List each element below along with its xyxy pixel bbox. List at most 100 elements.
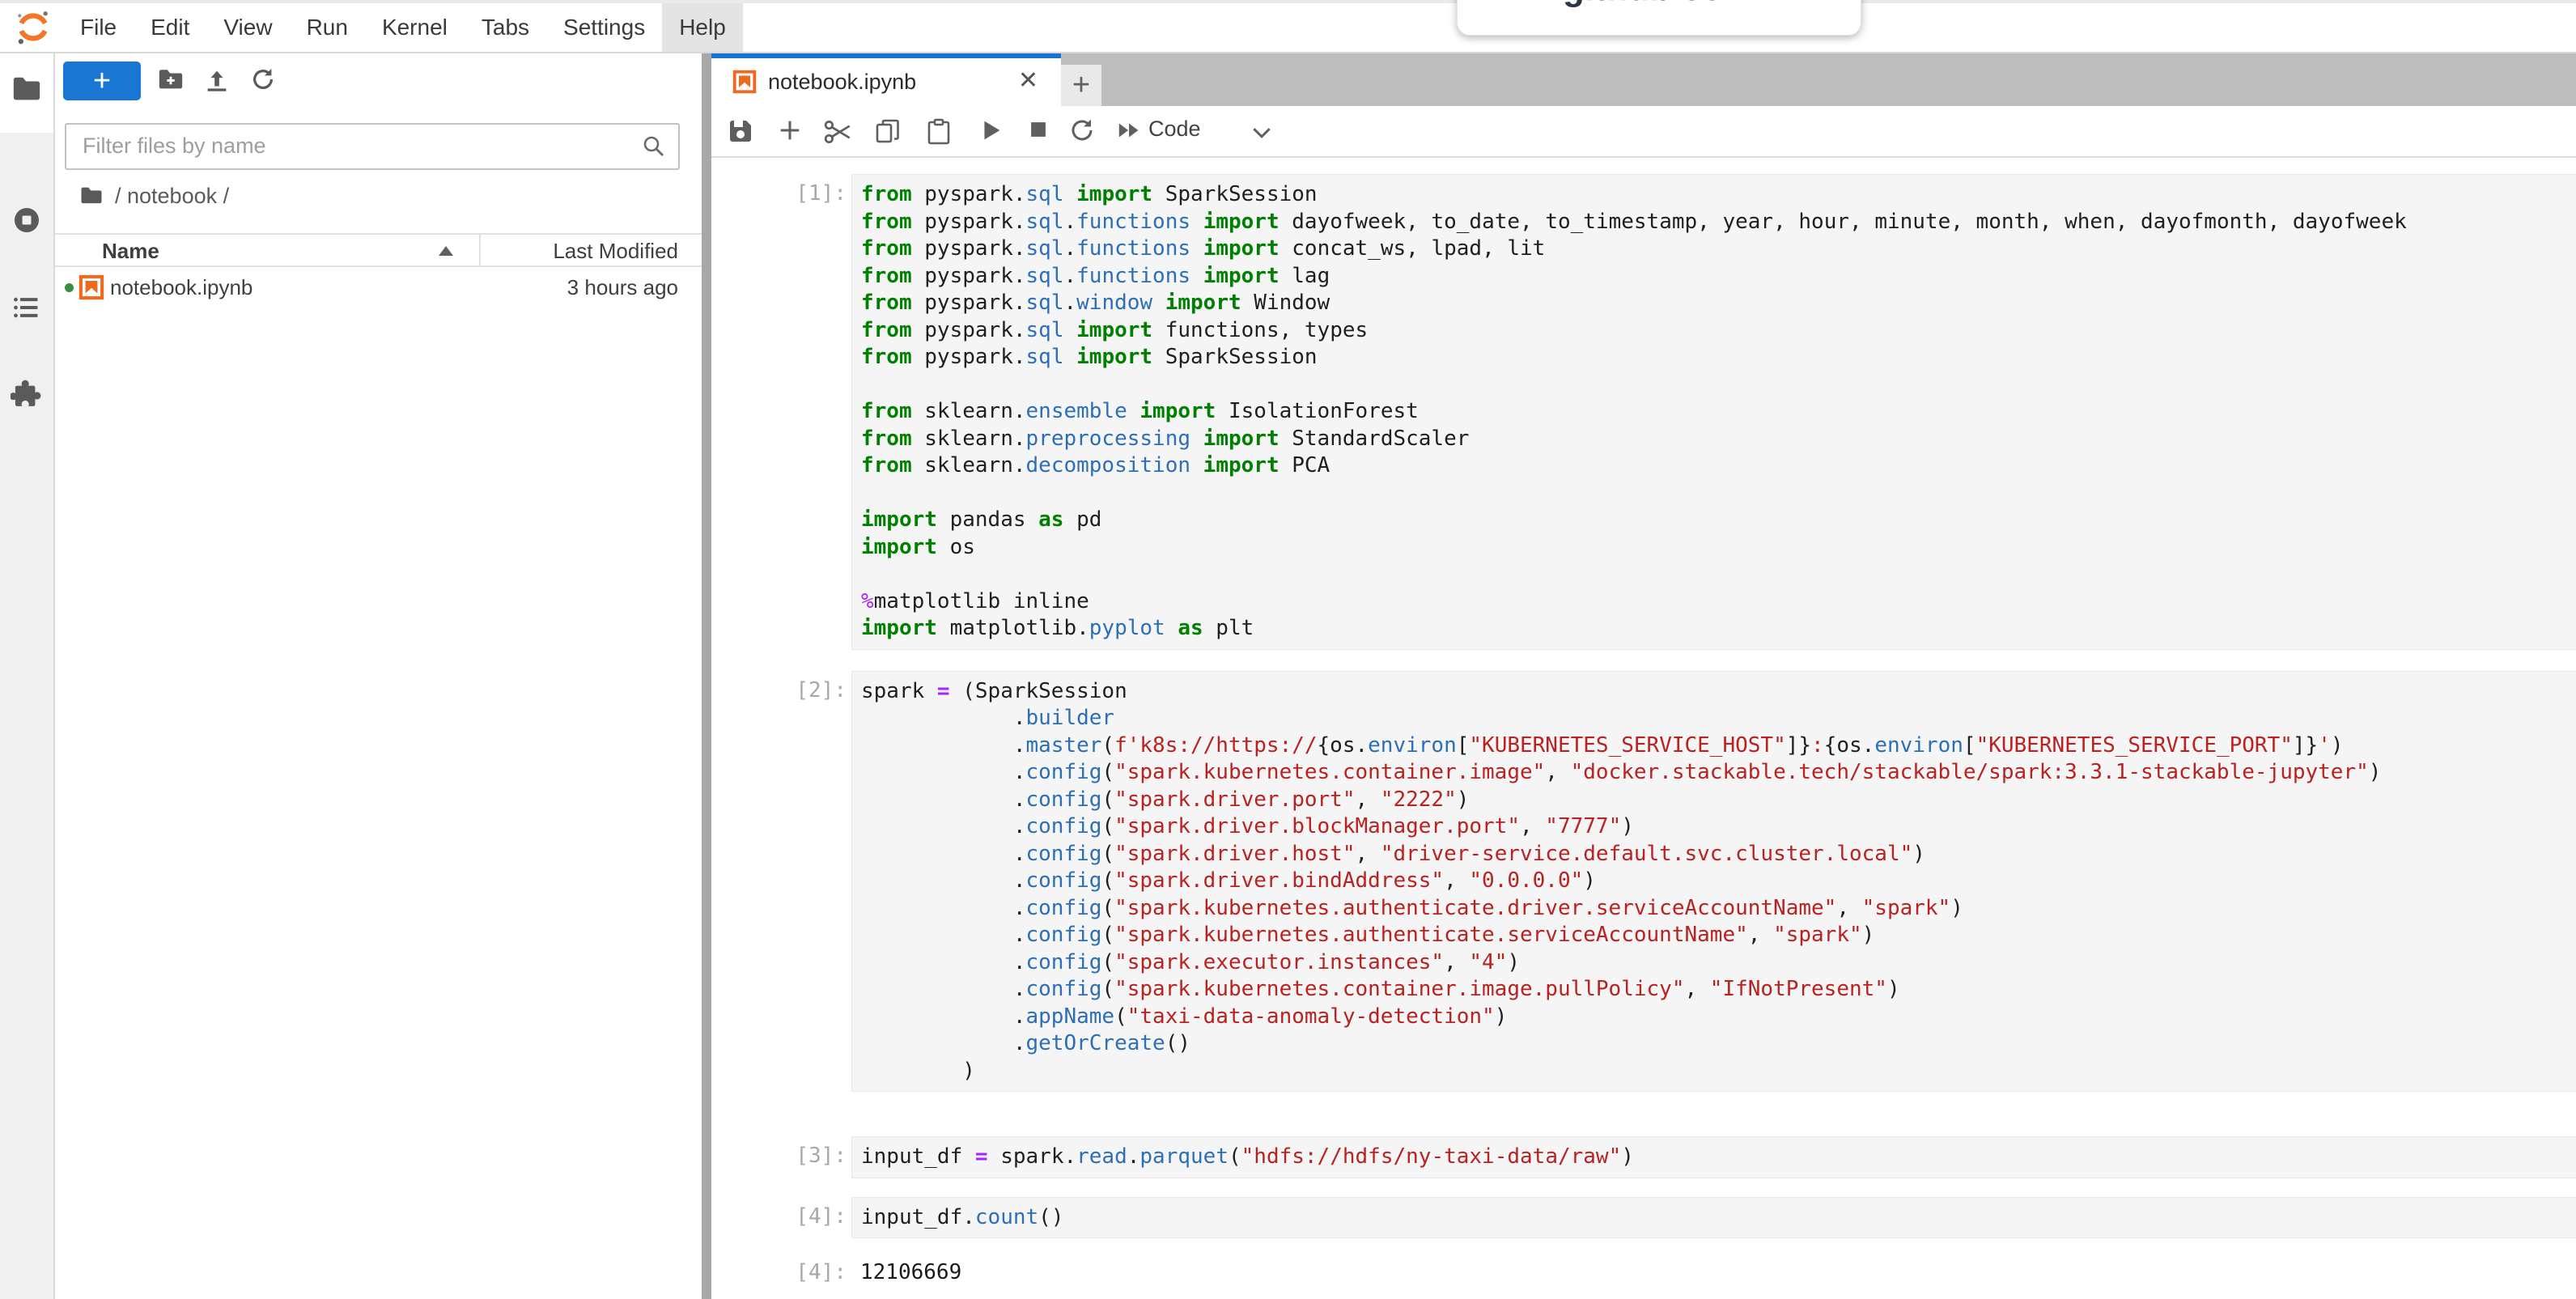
menu-kernel[interactable]: Kernel <box>365 3 465 52</box>
code-line: from pyspark.sql.functions import lag <box>861 263 2576 291</box>
code-line: from pyspark.sql.functions import concat… <box>861 236 2576 263</box>
notebook-content: [1]:from pyspark.sql import SparkSession… <box>711 158 2576 1299</box>
breadcrumb-path: / notebook / <box>115 184 229 209</box>
code-line: .config("spark.driver.host", "driver-ser… <box>861 841 2576 868</box>
run-cell-icon[interactable] <box>977 117 1004 148</box>
file-modified: 3 hours ago <box>567 275 678 300</box>
output-text: 12106669 <box>851 1253 2576 1284</box>
code-line <box>861 561 2576 588</box>
code-line: .config("spark.driver.blockManager.port"… <box>861 813 2576 841</box>
panel-splitter[interactable] <box>702 53 711 1299</box>
code-line: .getOrCreate() <box>861 1030 2576 1058</box>
code-line: spark = (SparkSession <box>861 678 2576 706</box>
menu-settings[interactable]: Settings <box>546 3 662 52</box>
cell-editor[interactable]: input_df.count() <box>851 1197 2576 1239</box>
code-line: from pyspark.sql.functions import dayofw… <box>861 209 2576 236</box>
cell-editor[interactable]: from pyspark.sql import SparkSessionfrom… <box>851 174 2576 650</box>
breadcrumb[interactable]: / notebook / <box>79 181 229 210</box>
file-browser-icon[interactable] <box>0 74 53 105</box>
activity-bar <box>0 53 55 1299</box>
code-line: input_df.count() <box>861 1204 2576 1232</box>
code-line: .config("spark.driver.port", "2222") <box>861 787 2576 814</box>
add-cell-icon[interactable] <box>776 117 804 148</box>
code-line: .appName("taxi-data-anomaly-detection") <box>861 1004 2576 1031</box>
code-line: .master(f'k8s://https://{os.environ["KUB… <box>861 732 2576 760</box>
code-line: .config("spark.kubernetes.authenticate.s… <box>861 922 2576 949</box>
code-line: .builder <box>861 705 2576 732</box>
code-line: from sklearn.ensemble import IsolationFo… <box>861 398 2576 426</box>
refresh-icon[interactable] <box>249 66 277 100</box>
menu-view[interactable]: View <box>206 3 289 52</box>
restart-kernel-icon[interactable] <box>1067 117 1097 150</box>
cell-prompt: [2]: <box>711 671 851 703</box>
code-cell[interactable]: [3]: input_df = spark.read.parquet("hdfs:… <box>711 1136 2576 1178</box>
file-browser-panel: + <box>55 53 702 1299</box>
code-line <box>861 371 2576 399</box>
code-line: input_df = spark.read.parquet("hdfs://hd… <box>861 1144 2576 1171</box>
column-last-modified[interactable]: Last Modified <box>553 239 678 264</box>
code-line: .config("spark.kubernetes.container.imag… <box>861 759 2576 787</box>
upload-icon[interactable] <box>203 66 231 100</box>
output-cell[interactable]: [4]:12106669 <box>711 1253 2576 1284</box>
code-line: from sklearn.decomposition import PCA <box>861 452 2576 480</box>
menu-file[interactable]: File <box>63 3 134 52</box>
filter-files-box <box>65 123 680 170</box>
column-divider <box>479 235 481 265</box>
code-line: ) <box>861 1058 2576 1085</box>
file-list-header: Name Last Modified <box>55 233 702 267</box>
sort-ascending-icon[interactable] <box>439 246 453 256</box>
cell-prompt: [4]: <box>711 1197 851 1229</box>
chevron-down-icon[interactable] <box>1252 127 1271 143</box>
close-tab-icon[interactable]: ✕ <box>1018 66 1038 95</box>
filter-files-input[interactable] <box>81 133 602 159</box>
table-of-contents-icon[interactable] <box>0 293 53 322</box>
notebook-file-icon <box>79 274 104 306</box>
code-cell[interactable]: [1]:from pyspark.sql import SparkSession… <box>711 174 2576 650</box>
file-browser-toolbar: + <box>55 58 702 108</box>
copy-cells-icon[interactable] <box>873 117 902 150</box>
menu-tabs[interactable]: Tabs <box>465 3 546 52</box>
running-kernels-icon[interactable] <box>0 204 53 236</box>
tab-notebook[interactable]: notebook.ipynb ✕ <box>711 53 1061 111</box>
menu-run[interactable]: Run <box>290 3 365 52</box>
code-line: .config("spark.driver.bindAddress", "0.0… <box>861 868 2576 895</box>
popup-domain-text: github.com <box>1563 0 1755 9</box>
jupyter-logo-icon <box>15 9 52 46</box>
stop-kernel-icon[interactable] <box>1025 117 1051 146</box>
kernel-running-dot <box>65 283 74 292</box>
cell-prompt: [3]: <box>711 1136 851 1168</box>
menubar: File Edit View Run Kernel Tabs Settings … <box>0 3 2576 53</box>
code-line: from pyspark.sql.window import Window <box>861 290 2576 317</box>
cell-editor[interactable]: spark = (SparkSession .builder .master(f… <box>851 671 2576 1093</box>
code-cell[interactable]: [2]:spark = (SparkSession .builder .mast… <box>711 671 2576 1093</box>
notebook-tab-icon <box>732 70 757 98</box>
paste-cells-icon[interactable] <box>924 117 953 150</box>
new-launcher-button[interactable]: + <box>63 62 141 100</box>
code-line: from pyspark.sql import functions, types <box>861 317 2576 345</box>
code-cell[interactable]: [4]: input_df.count() <box>711 1197 2576 1239</box>
file-name: notebook.ipynb <box>110 275 253 300</box>
menu-edit[interactable]: Edit <box>134 3 206 52</box>
save-icon[interactable] <box>726 117 755 150</box>
tab-title: notebook.ipynb <box>768 70 916 95</box>
code-line: from pyspark.sql import SparkSession <box>861 344 2576 371</box>
cell-editor[interactable]: input_df = spark.read.parquet("hdfs://hd… <box>851 1136 2576 1178</box>
notebook-toolbar: Code <box>711 106 2576 158</box>
cell-type-select[interactable]: Code <box>1148 117 1201 142</box>
restart-run-all-icon[interactable] <box>1116 117 1144 148</box>
file-row-notebook[interactable]: notebook.ipynb 3 hours ago <box>55 270 702 306</box>
column-name[interactable]: Name <box>102 239 159 264</box>
code-line <box>861 480 2576 507</box>
cell-prompt: [4]: <box>711 1253 851 1284</box>
code-line: .config("spark.kubernetes.authenticate.d… <box>861 895 2576 923</box>
menu-help[interactable]: Help <box>662 3 743 52</box>
new-folder-icon[interactable] <box>157 66 185 100</box>
cut-cells-icon[interactable] <box>823 117 854 151</box>
home-folder-icon <box>79 184 104 208</box>
code-line: import os <box>861 534 2576 562</box>
extensions-icon[interactable] <box>0 377 53 410</box>
code-line: .config("spark.executor.instances", "4") <box>861 949 2576 977</box>
new-tab-button[interactable]: + <box>1061 65 1101 106</box>
browser-popup: github.com <box>1457 0 1861 36</box>
code-line: import pandas as pd <box>861 507 2576 534</box>
